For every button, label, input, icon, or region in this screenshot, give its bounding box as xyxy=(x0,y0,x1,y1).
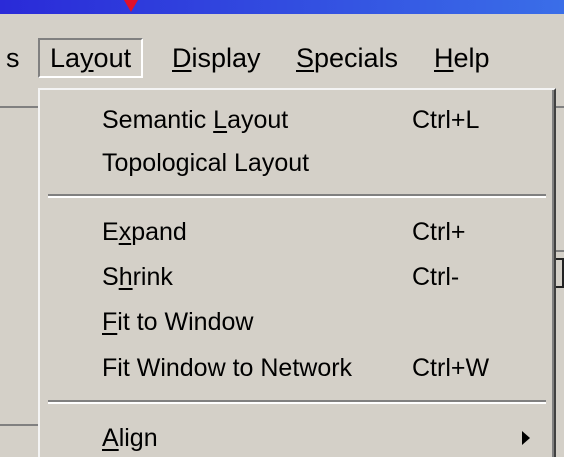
menu-tools-partial[interactable]: s xyxy=(0,38,30,78)
menu-help[interactable]: Help xyxy=(424,38,500,78)
menu-separator xyxy=(48,194,546,198)
menu-display[interactable]: Display xyxy=(162,38,271,78)
application-window: s Layout Display Specials Help anc Seman… xyxy=(0,14,564,457)
shortcut-label: Ctrl- xyxy=(412,263,460,291)
menu-item-semantic-layout[interactable]: Semantic Layout Ctrl+L xyxy=(40,100,552,140)
shortcut-label: Ctrl+W xyxy=(412,354,490,382)
shortcut-label: Ctrl+L xyxy=(412,106,480,134)
menu-item-align[interactable]: Align xyxy=(40,418,552,457)
menu-item-fit-window-to-network[interactable]: Fit Window to Network Ctrl+W xyxy=(40,348,552,388)
submenu-arrow-icon xyxy=(522,431,530,445)
menu-item-fit-to-window[interactable]: Fit to Window xyxy=(40,302,552,342)
menu-layout[interactable]: Layout xyxy=(38,38,144,78)
workspace-label: anc xyxy=(0,447,42,457)
panel-divider-left xyxy=(0,424,40,426)
shortcut-label: Ctrl+ xyxy=(412,218,466,246)
menu-specials[interactable]: Specials xyxy=(286,38,408,78)
menu-separator xyxy=(48,400,546,404)
title-bar xyxy=(0,0,564,14)
layout-menu-dropdown: Semantic Layout Ctrl+L Topological Layou… xyxy=(38,88,556,457)
menu-item-topological-layout[interactable]: Topological Layout xyxy=(40,143,552,183)
menu-item-expand[interactable]: Expand Ctrl+ xyxy=(40,212,552,252)
cursor-arrow-icon xyxy=(124,0,138,12)
menu-bar: s Layout Display Specials Help xyxy=(0,28,564,90)
menu-item-shrink[interactable]: Shrink Ctrl- xyxy=(40,257,552,297)
